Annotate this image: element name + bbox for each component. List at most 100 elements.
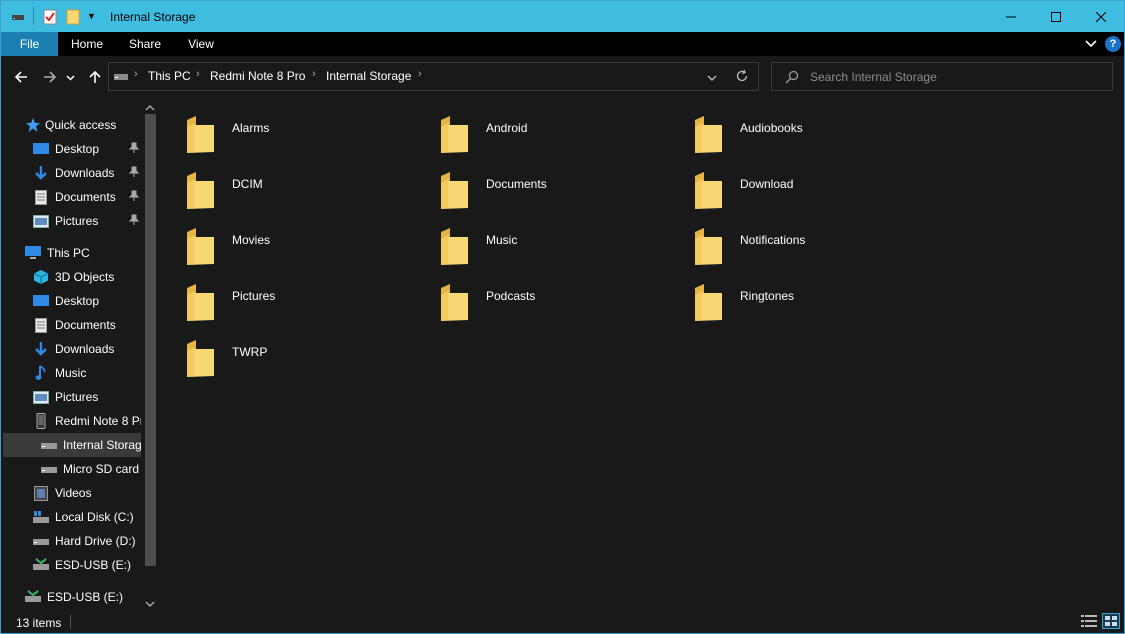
pin-icon[interactable] xyxy=(128,142,140,157)
maximize-button[interactable] xyxy=(1033,1,1079,32)
address-history-chevron-icon[interactable] xyxy=(707,72,717,86)
minimize-button[interactable] xyxy=(988,1,1034,32)
folder-item[interactable]: Movies xyxy=(160,217,400,267)
nav-scrollbar[interactable] xyxy=(142,97,158,611)
nav-videos[interactable]: Videos xyxy=(33,481,141,505)
forward-button[interactable] xyxy=(39,66,61,88)
nav-label: Documents xyxy=(55,318,116,332)
nav-quick-pictures[interactable]: Pictures xyxy=(33,209,141,233)
nav-local-disk-c[interactable]: Local Disk (C:) xyxy=(33,505,141,529)
cube-icon xyxy=(33,269,49,285)
customize-qa-chevron-icon[interactable]: ▼ xyxy=(87,11,96,21)
nav-label: Pictures xyxy=(55,390,99,404)
navigation-pane: Quick access Desktop Downloads Documents… xyxy=(1,97,159,611)
folder-item[interactable]: Music xyxy=(414,217,654,267)
pin-icon[interactable] xyxy=(128,166,140,181)
usb-drive-icon xyxy=(25,589,41,605)
nav-label: Local Disk (C:) xyxy=(55,510,134,524)
nav-redmi-note-8-pro[interactable]: Redmi Note 8 Pro xyxy=(33,409,141,433)
folder-name: Podcasts xyxy=(486,289,536,303)
nav-quick-desktop[interactable]: Desktop xyxy=(33,137,141,161)
folder-item[interactable]: Audiobooks xyxy=(668,105,908,155)
nav-quick-access[interactable]: Quick access xyxy=(25,113,159,137)
breadcrumb-this-pc[interactable]: This PC xyxy=(148,69,191,83)
scroll-down-icon[interactable] xyxy=(145,597,155,611)
breadcrumb-internal-storage[interactable]: Internal Storage xyxy=(326,69,411,83)
tab-view[interactable]: View xyxy=(179,32,223,56)
up-button[interactable] xyxy=(84,66,106,88)
nav-this-pc[interactable]: This PC xyxy=(25,241,141,265)
star-icon xyxy=(25,117,41,133)
nav-internal-storage[interactable]: Internal Storage xyxy=(3,433,141,457)
scroll-thumb[interactable] xyxy=(145,114,156,566)
nav-pictures[interactable]: Pictures xyxy=(33,385,141,409)
scroll-up-icon[interactable] xyxy=(145,101,155,115)
tab-home[interactable]: Home xyxy=(63,32,111,56)
expand-ribbon-chevron-icon[interactable] xyxy=(1085,37,1097,52)
download-arrow-icon xyxy=(33,165,49,181)
folder-icon xyxy=(187,172,214,209)
system-drive-icon xyxy=(33,509,49,525)
nav-esd-usb-e-root[interactable]: ESD-USB (E:) xyxy=(25,585,141,609)
nav-documents[interactable]: Documents xyxy=(33,313,141,337)
pin-icon[interactable] xyxy=(128,190,140,205)
pin-icon[interactable] xyxy=(128,214,140,229)
folder-item[interactable]: Documents xyxy=(414,161,654,211)
folder-item[interactable]: Notifications xyxy=(668,217,908,267)
properties-icon[interactable] xyxy=(43,9,57,28)
nav-quick-downloads[interactable]: Downloads xyxy=(33,161,141,185)
folder-icon xyxy=(441,284,468,321)
pictures-icon xyxy=(33,213,49,229)
breadcrumb-redmi-note-8-pro[interactable]: Redmi Note 8 Pro xyxy=(210,69,305,83)
folder-item[interactable]: Ringtones xyxy=(668,273,908,323)
recent-locations-chevron-icon[interactable] xyxy=(63,66,77,88)
nav-quick-documents[interactable]: Documents xyxy=(33,185,141,209)
new-folder-icon[interactable] xyxy=(66,9,80,28)
nav-label: Desktop xyxy=(55,294,100,308)
drive-icon xyxy=(41,437,57,453)
folder-item[interactable]: DCIM xyxy=(160,161,400,211)
folder-item[interactable]: Podcasts xyxy=(414,273,654,323)
nav-label: ESD-USB (E:) xyxy=(55,558,132,572)
folder-name: Pictures xyxy=(232,289,276,303)
folder-item[interactable]: TWRP xyxy=(160,329,400,379)
tab-file[interactable]: File xyxy=(1,32,58,56)
back-button[interactable] xyxy=(10,66,32,88)
status-bar: 13 items xyxy=(1,611,1124,633)
large-icons-view-icon[interactable] xyxy=(1102,613,1120,629)
nav-desktop[interactable]: Desktop xyxy=(33,289,141,313)
drive-icon[interactable] xyxy=(11,9,25,26)
nav-micro-sd-card[interactable]: Micro SD card xyxy=(41,457,141,481)
nav-downloads[interactable]: Downloads xyxy=(33,337,141,361)
usb-drive-icon xyxy=(33,557,49,573)
folder-icon xyxy=(695,172,722,209)
document-icon xyxy=(33,189,49,205)
search-box[interactable] xyxy=(771,62,1113,91)
ribbon-tabs: File Home Share View ? xyxy=(1,32,1124,56)
folder-icon xyxy=(441,172,468,209)
folder-item[interactable]: Android xyxy=(414,105,654,155)
tab-share[interactable]: Share xyxy=(121,32,169,56)
qa-separator xyxy=(33,7,34,25)
computer-icon xyxy=(25,245,41,261)
nav-music[interactable]: Music xyxy=(33,361,141,385)
breadcrumb-separator-icon: › xyxy=(196,68,200,80)
search-input[interactable] xyxy=(810,69,1100,85)
folder-name: Music xyxy=(486,233,518,247)
address-bar[interactable]: › This PC › Redmi Note 8 Pro › Internal … xyxy=(108,62,759,91)
download-arrow-icon xyxy=(33,341,49,357)
nav-3d-objects[interactable]: 3D Objects xyxy=(33,265,141,289)
details-view-icon[interactable] xyxy=(1081,614,1097,631)
file-view: Alarms Android Audiobooks DCIM Documents Down… xyxy=(160,97,1124,611)
folder-name: Documents xyxy=(486,177,547,191)
refresh-icon[interactable] xyxy=(735,69,749,86)
nav-hard-drive-d[interactable]: Hard Drive (D:) xyxy=(33,529,141,553)
folder-item[interactable]: Pictures xyxy=(160,273,400,323)
folder-item[interactable]: Download xyxy=(668,161,908,211)
folder-item[interactable]: Alarms xyxy=(160,105,400,155)
help-icon[interactable]: ? xyxy=(1105,36,1121,52)
nav-esd-usb-e[interactable]: ESD-USB (E:) xyxy=(33,553,141,577)
drive-icon xyxy=(114,70,128,85)
close-button[interactable] xyxy=(1078,1,1124,32)
nav-label: Documents xyxy=(55,190,116,204)
